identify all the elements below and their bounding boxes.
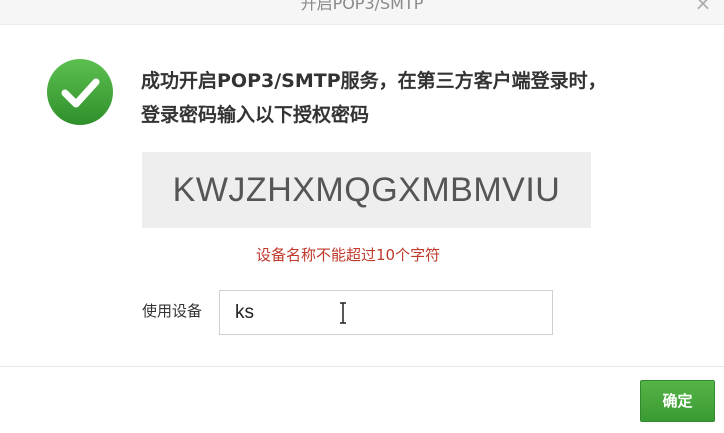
error-message: 设备名称不能超过10个字符 (256, 246, 441, 264)
success-message: 成功开启POP3/SMTP服务，在第三方客户端登录时，登录密码输入以下授权密码 (141, 70, 607, 126)
check-circle-icon (47, 59, 113, 125)
footer-divider (0, 366, 724, 367)
device-name-input[interactable] (219, 290, 553, 335)
close-icon[interactable]: × (694, 0, 712, 13)
device-label: 使用设备 (142, 302, 203, 320)
text-cursor-icon (340, 302, 346, 324)
authorization-dialog: 开启POP3/SMTP × 成功开启POP3/SMTP服务，在第三方客户端登录时… (0, 0, 724, 433)
authorization-code-box: KWJZHXMQGXMBMVIU (142, 152, 591, 228)
dialog-title: 开启POP3/SMTP (300, 0, 424, 13)
confirm-button[interactable]: 确定 (640, 380, 715, 422)
authorization-code: KWJZHXMQGXMBMVIU (172, 171, 561, 209)
dialog-titlebar: 开启POP3/SMTP × (0, 0, 724, 25)
